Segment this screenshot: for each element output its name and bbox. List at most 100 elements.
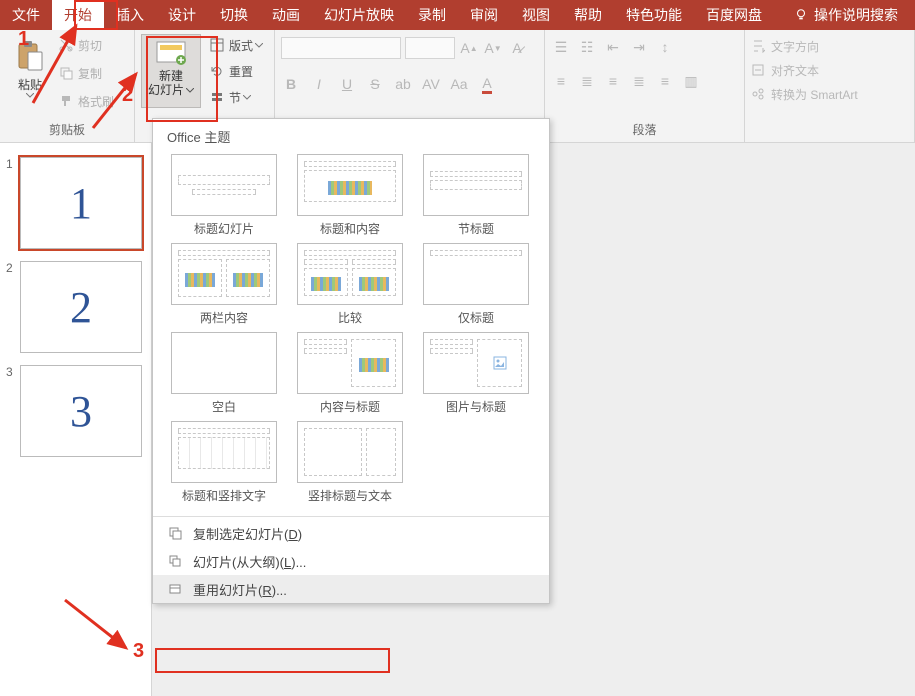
reset-label: 重置 xyxy=(229,63,253,80)
cut-label: 剪切 xyxy=(78,37,102,54)
duplicate-icon xyxy=(167,525,183,541)
duplicate-slides-item[interactable]: 复制选定幻灯片(D) xyxy=(153,519,549,547)
cut-button[interactable]: 剪切 xyxy=(58,34,114,56)
slide-content: 1 xyxy=(70,178,92,229)
new-slide-label-1: 新建 xyxy=(159,69,183,83)
font-family-dropdown[interactable] xyxy=(281,37,401,59)
layout-label: 竖排标题与文本 xyxy=(308,487,392,504)
font-color-icon[interactable]: A xyxy=(477,74,497,94)
picture-icon xyxy=(493,356,507,370)
slide-thumb-3[interactable]: 3 3 xyxy=(0,359,151,463)
font-size-dropdown[interactable] xyxy=(405,37,455,59)
scissors-icon xyxy=(58,37,74,53)
layout-label: 标题和竖排文字 xyxy=(182,487,266,504)
text-direction-button[interactable]: 文字方向 xyxy=(751,34,908,58)
layout-icon xyxy=(209,37,225,53)
tab-record[interactable]: 录制 xyxy=(406,0,458,30)
tab-view[interactable]: 视图 xyxy=(510,0,562,30)
indent-dec-icon[interactable]: ⇤ xyxy=(603,37,623,57)
layout-label: 仅标题 xyxy=(458,309,494,326)
justify-icon[interactable]: ≣ xyxy=(629,71,649,91)
new-slide-icon xyxy=(153,37,189,69)
layout-title-vertical-text[interactable]: 标题和竖排文字 xyxy=(161,421,287,504)
lightbulb-icon xyxy=(794,8,808,22)
slides-from-outline-item[interactable]: 幻灯片(从大纲)(L)... xyxy=(153,547,549,575)
layout-title-slide[interactable]: 标题幻灯片 xyxy=(161,154,287,237)
align-left-icon[interactable]: ≡ xyxy=(551,71,571,91)
tab-design[interactable]: 设计 xyxy=(156,0,208,30)
section-button[interactable]: 节 xyxy=(209,86,263,108)
char-spacing-icon[interactable]: AV xyxy=(421,74,441,94)
slide-thumbnail-pane: 1 1 2 2 3 3 xyxy=(0,143,152,696)
layout-comparison[interactable]: 比较 xyxy=(287,243,413,326)
tab-special[interactable]: 特色功能 xyxy=(614,0,694,30)
layout-title-content[interactable]: 标题和内容 xyxy=(287,154,413,237)
tab-insert[interactable]: 插入 xyxy=(104,0,156,30)
format-painter-button[interactable]: 格式刷 xyxy=(58,90,114,112)
layout-grid: 标题幻灯片 标题和内容 节标题 两栏内容 比较 仅标题 空白 内容与标题 xyxy=(153,150,549,514)
group-clipboard-label: 剪贴板 xyxy=(6,119,128,140)
chevron-down-icon xyxy=(243,95,251,100)
thumb-preview: 2 xyxy=(20,261,142,353)
layout-vertical-title-text[interactable]: 竖排标题与文本 xyxy=(287,421,413,504)
tab-slideshow[interactable]: 幻灯片放映 xyxy=(312,0,406,30)
reset-button[interactable]: 重置 xyxy=(209,60,263,82)
tab-transition[interactable]: 切换 xyxy=(208,0,260,30)
tab-file[interactable]: 文件 xyxy=(0,0,52,30)
tab-review[interactable]: 审阅 xyxy=(458,0,510,30)
layout-blank[interactable]: 空白 xyxy=(161,332,287,415)
tab-help[interactable]: 帮助 xyxy=(562,0,614,30)
strikethrough-icon[interactable]: ab xyxy=(393,74,413,94)
layout-picture-caption[interactable]: 图片与标题 xyxy=(413,332,539,415)
reuse-icon xyxy=(167,581,183,597)
tab-baidu[interactable]: 百度网盘 xyxy=(694,0,774,30)
layout-label: 节标题 xyxy=(458,220,494,237)
layout-two-content[interactable]: 两栏内容 xyxy=(161,243,287,326)
layout-label: 图片与标题 xyxy=(446,398,506,415)
align-center-icon[interactable]: ≣ xyxy=(577,71,597,91)
italic-button[interactable]: I xyxy=(309,74,329,94)
layout-section-header[interactable]: 节标题 xyxy=(413,154,539,237)
align-text-label: 对齐文本 xyxy=(771,62,819,79)
layout-content-caption[interactable]: 内容与标题 xyxy=(287,332,413,415)
bold-button[interactable]: B xyxy=(281,74,301,94)
dropdown-header: Office 主题 xyxy=(153,119,549,150)
reuse-slides-label: 重用幻灯片(R)... xyxy=(193,580,287,599)
slides-from-outline-label: 幻灯片(从大纲)(L)... xyxy=(193,552,306,571)
distribute-icon[interactable]: ≡ xyxy=(655,71,675,91)
line-spacing-icon[interactable]: ↕ xyxy=(655,37,675,57)
change-case-icon[interactable]: Aa xyxy=(449,74,469,94)
columns-icon[interactable]: ▥ xyxy=(681,71,701,91)
strike-button[interactable]: S xyxy=(365,74,385,94)
tab-animation[interactable]: 动画 xyxy=(260,0,312,30)
paste-label: 粘贴 xyxy=(18,76,42,93)
increase-font-icon[interactable]: A▲ xyxy=(459,38,479,58)
slide-content: 2 xyxy=(70,282,92,333)
layout-label: 版式 xyxy=(229,37,253,54)
smartart-button[interactable]: 转换为 SmartArt xyxy=(751,82,908,106)
copy-button[interactable]: 复制 xyxy=(58,62,114,84)
indent-inc-icon[interactable]: ⇥ xyxy=(629,37,649,57)
numbering-icon[interactable]: ☷ xyxy=(577,37,597,57)
tab-home[interactable]: 开始 xyxy=(52,0,104,30)
bullets-icon[interactable]: ☰ xyxy=(551,37,571,57)
clear-format-icon[interactable]: A̷ xyxy=(507,38,527,58)
underline-button[interactable]: U xyxy=(337,74,357,94)
new-slide-button[interactable]: 新建 幻灯片 xyxy=(141,34,201,108)
layout-button[interactable]: 版式 xyxy=(209,34,263,56)
align-text-button[interactable]: 对齐文本 xyxy=(751,58,908,82)
align-right-icon[interactable]: ≡ xyxy=(603,71,623,91)
layout-title-only[interactable]: 仅标题 xyxy=(413,243,539,326)
new-slide-dropdown: Office 主题 标题幻灯片 标题和内容 节标题 两栏内容 比较 仅标题 空白 xyxy=(152,118,550,604)
group-arrange: 文字方向 对齐文本 转换为 SmartArt 段落 xyxy=(745,30,915,142)
slide-thumb-1[interactable]: 1 1 xyxy=(0,151,151,255)
thumb-preview: 1 xyxy=(20,157,142,249)
tellme[interactable]: 操作说明搜索 xyxy=(782,0,910,30)
slide-thumb-2[interactable]: 2 2 xyxy=(0,255,151,359)
chevron-down-icon xyxy=(186,88,194,93)
paste-button[interactable]: 粘贴 xyxy=(6,34,54,112)
thumb-number: 3 xyxy=(6,365,20,379)
decrease-font-icon[interactable]: A▼ xyxy=(483,38,503,58)
layout-label: 标题和内容 xyxy=(320,220,380,237)
reuse-slides-item[interactable]: 重用幻灯片(R)... xyxy=(153,575,549,603)
